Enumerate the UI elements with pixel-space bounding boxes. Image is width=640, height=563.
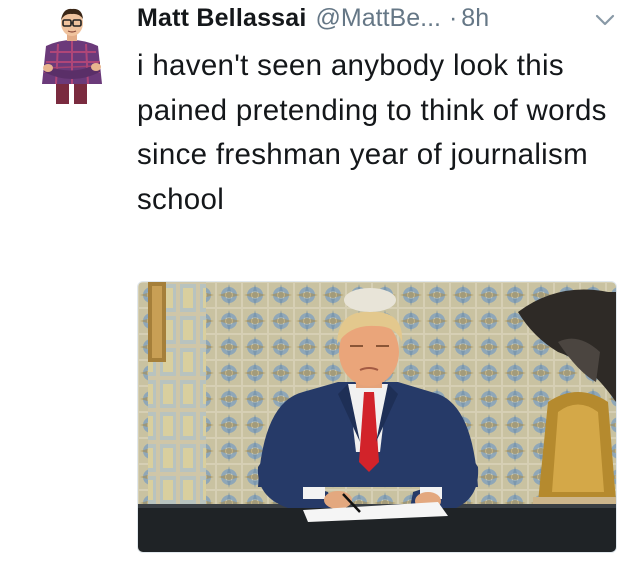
author-name[interactable]: Matt Bellassai <box>137 4 307 33</box>
photo-illustration <box>138 282 616 552</box>
avatar-illustration <box>42 8 102 104</box>
tweet-photo[interactable] <box>137 281 617 553</box>
avatar[interactable] <box>30 6 114 106</box>
tweet-header: Matt Bellassai @MattBe... · 8h <box>137 4 489 36</box>
author-handle[interactable]: @MattBe... <box>316 4 441 33</box>
tweet-text: i haven't seen anybody look this pained … <box>137 49 607 216</box>
chevron-down-icon[interactable] <box>594 12 616 28</box>
header-separator: · <box>448 4 458 32</box>
tweet-timestamp[interactable]: 8h <box>461 4 489 33</box>
tweet-card[interactable]: Matt Bellassai @MattBe... · 8h i haven't… <box>0 0 640 563</box>
